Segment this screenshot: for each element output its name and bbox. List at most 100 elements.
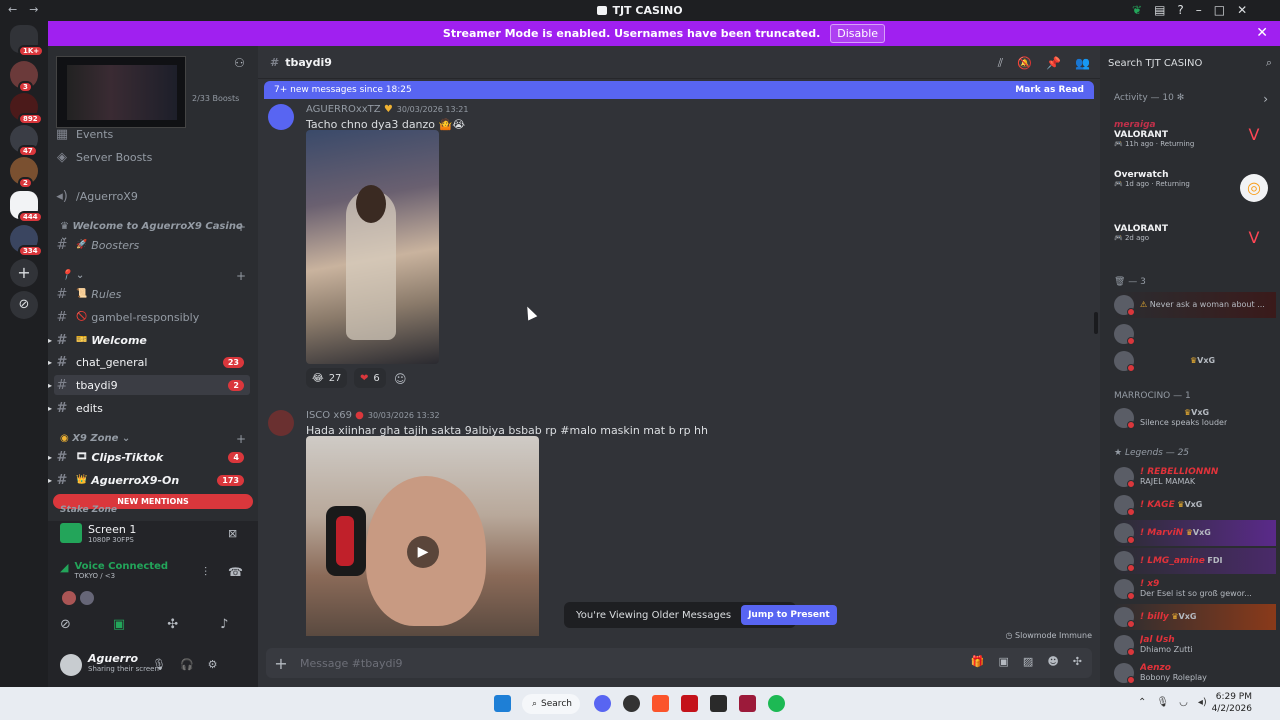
member[interactable]: Jal Ush Dhiamo Zutti bbox=[1114, 632, 1276, 658]
server-icon[interactable]: 3 bbox=[10, 61, 38, 93]
avatar[interactable] bbox=[60, 654, 82, 676]
taskbar-search[interactable]: ⌕ Search bbox=[522, 694, 580, 714]
avatar[interactable] bbox=[268, 410, 294, 436]
category-unnamed[interactable]: 📍 ⌄ + bbox=[60, 269, 246, 283]
browser-icon[interactable] bbox=[623, 695, 640, 712]
new-messages-bar[interactable]: 7+ new messages since 18:25 Mark as Read bbox=[264, 81, 1094, 99]
channel-chat-general[interactable]: ▸ # chat_general 23 bbox=[48, 352, 250, 372]
leaf-icon[interactable]: ❦ bbox=[1132, 3, 1142, 17]
reaction-laugh[interactable]: 😂 27 bbox=[306, 368, 348, 388]
server-icon[interactable]: 892 bbox=[10, 93, 43, 125]
emoji-icon[interactable]: ☻ bbox=[1047, 655, 1058, 668]
disable-button[interactable]: Disable bbox=[830, 24, 886, 43]
author-name[interactable]: AGUERROxxTZ bbox=[306, 104, 381, 115]
member[interactable]: ! REBELLIONNN RAJEL MAMAK bbox=[1114, 464, 1276, 490]
activities-icon[interactable]: ✣ bbox=[167, 617, 178, 632]
member[interactable]: ⚠ Never ask a woman about ... bbox=[1114, 292, 1276, 318]
invite-icon[interactable]: ⚇ bbox=[234, 56, 245, 70]
stop-stream-icon[interactable]: ⊠ bbox=[228, 527, 237, 540]
boost-progress[interactable]: 2/33 Boosts bbox=[192, 94, 239, 103]
member[interactable]: ! KAGE ♛VxG bbox=[1114, 492, 1276, 518]
channel-gambel-responsibly[interactable]: # 🚫 gambel-responsibly bbox=[54, 307, 250, 327]
jump-to-present-button[interactable]: Jump to Present bbox=[741, 605, 837, 625]
category-x9-zone[interactable]: ◉ X9 Zone ⌄ + bbox=[60, 432, 246, 446]
wifi-icon[interactable]: ◡ bbox=[1179, 697, 1188, 708]
sidebar-item-events[interactable]: ▦ Events bbox=[54, 124, 250, 144]
member[interactable]: Aenzo Bobony Roleplay bbox=[1114, 660, 1276, 686]
steam-icon[interactable] bbox=[710, 695, 727, 712]
microphone-icon[interactable]: 🎙 bbox=[152, 658, 166, 671]
video-attachment[interactable]: ▶ bbox=[306, 436, 539, 636]
image-attachment[interactable] bbox=[306, 130, 439, 364]
server-folder[interactable]: 334 bbox=[10, 225, 43, 257]
channel-edits[interactable]: ▸ # edits bbox=[48, 398, 250, 418]
mute-icon[interactable]: 🔕 bbox=[1017, 56, 1032, 71]
discover-icon[interactable]: ⊘ bbox=[10, 291, 38, 319]
avatar[interactable] bbox=[268, 104, 294, 130]
member[interactable]: ! LMG_amine FDI bbox=[1114, 548, 1276, 574]
pin-icon[interactable]: 📌 bbox=[1046, 56, 1061, 71]
activity-header[interactable]: Activity — 10 ✻ bbox=[1114, 93, 1184, 103]
channel-welcome[interactable]: ▸ # 🎫 Welcome bbox=[48, 330, 250, 350]
chevron-up-icon[interactable]: ⌃ bbox=[1138, 697, 1146, 708]
author-name[interactable]: ISCO x69 bbox=[306, 410, 352, 421]
close-banner-icon[interactable]: ✕ bbox=[1256, 25, 1268, 41]
message-input[interactable]: Message #tbaydi9 bbox=[300, 657, 403, 670]
app-icon[interactable] bbox=[739, 695, 756, 712]
play-icon[interactable]: ▶ bbox=[407, 536, 439, 568]
avatar[interactable] bbox=[62, 591, 76, 605]
discord-taskbar-icon[interactable] bbox=[594, 695, 611, 712]
sidebar-item-server-boosts[interactable]: ◈ Server Boosts bbox=[54, 147, 250, 167]
server-icon[interactable]: 2 bbox=[10, 157, 38, 189]
server-icon[interactable]: 47 bbox=[10, 125, 38, 157]
video-off-icon[interactable]: ⊘ bbox=[60, 617, 71, 632]
minimize-icon[interactable]: – bbox=[1196, 3, 1202, 17]
soundboard-icon[interactable]: ♪ bbox=[220, 617, 228, 632]
close-icon[interactable]: ✕ bbox=[1237, 3, 1247, 17]
member[interactable]: ♛VxG bbox=[1114, 348, 1276, 374]
volume-icon[interactable]: ◂) bbox=[1198, 697, 1207, 708]
channel-rules[interactable]: # 📜 Rules bbox=[54, 284, 250, 304]
apps-icon[interactable]: ✣ bbox=[1073, 655, 1082, 668]
add-reaction-icon[interactable]: ☺ bbox=[394, 372, 407, 386]
server-icon-stake[interactable]: 444 bbox=[10, 191, 43, 223]
disconnect-icon[interactable]: ☎ bbox=[228, 565, 243, 579]
chevron-right-icon[interactable]: › bbox=[1263, 92, 1268, 106]
add-channel-icon[interactable]: + bbox=[236, 432, 246, 446]
channel-tbaydi9[interactable]: ▸ # tbaydi9 2 bbox=[48, 375, 250, 395]
channel-clips-tiktok[interactable]: ▸ # 🎞 Clips-Tiktok 4 bbox=[48, 447, 250, 467]
mark-as-read-button[interactable]: Mark as Read bbox=[1015, 85, 1084, 95]
threads-icon[interactable]: ⫽ bbox=[998, 56, 1003, 71]
settings-icon[interactable]: ⚙ bbox=[208, 658, 218, 671]
clock[interactable]: 6:29 PM 4/2/2026 bbox=[1212, 691, 1252, 715]
channel-boosters[interactable]: # 🚀 Boosters bbox=[54, 235, 250, 255]
gift-icon[interactable]: 🎁 bbox=[971, 655, 985, 668]
sidebar-item-voice[interactable]: ◂)/AguerroX9 bbox=[54, 186, 250, 206]
add-channel-icon[interactable]: + bbox=[236, 269, 246, 283]
voice-channel[interactable]: TOKYO / <3 bbox=[74, 572, 168, 580]
inbox-icon[interactable]: ▤ bbox=[1154, 3, 1165, 17]
share-screen-icon[interactable]: ▣ bbox=[113, 617, 125, 632]
member[interactable]: ! billy ♛VxG bbox=[1114, 604, 1276, 630]
category-stake-zone[interactable]: Stake Zone bbox=[60, 505, 246, 515]
headphones-icon[interactable]: 🎧 bbox=[180, 658, 194, 671]
reaction-heart[interactable]: ❤ 6 bbox=[354, 368, 386, 388]
member[interactable] bbox=[1114, 321, 1276, 347]
members-icon[interactable]: 👥 bbox=[1075, 56, 1090, 71]
add-channel-icon[interactable]: + bbox=[236, 220, 246, 234]
start-icon[interactable] bbox=[494, 695, 511, 712]
channel-aguerrox9-on[interactable]: ▸ # 👑 AguerroX9-On 173 bbox=[48, 470, 250, 490]
sticker-icon[interactable]: ▨ bbox=[1023, 655, 1033, 668]
brave-icon[interactable] bbox=[652, 695, 669, 712]
add-attachment-icon[interactable]: + bbox=[266, 654, 296, 673]
maximize-icon[interactable]: □ bbox=[1214, 3, 1225, 17]
avatar[interactable] bbox=[80, 591, 94, 605]
add-server-icon[interactable]: + bbox=[10, 259, 38, 287]
member[interactable]: ♛VxG Silence speaks louder bbox=[1114, 405, 1276, 431]
message-composer[interactable]: + Message #tbaydi9 🎁 ▣ ▨ ☻ ✣ bbox=[266, 648, 1092, 678]
spotify-icon[interactable] bbox=[768, 695, 785, 712]
help-icon[interactable]: ? bbox=[1177, 3, 1183, 17]
member[interactable]: ! x9 Der Esel ist so groß gewor... bbox=[1114, 576, 1276, 602]
app-icon[interactable] bbox=[681, 695, 698, 712]
home-button[interactable]: 1K+ bbox=[10, 25, 45, 57]
